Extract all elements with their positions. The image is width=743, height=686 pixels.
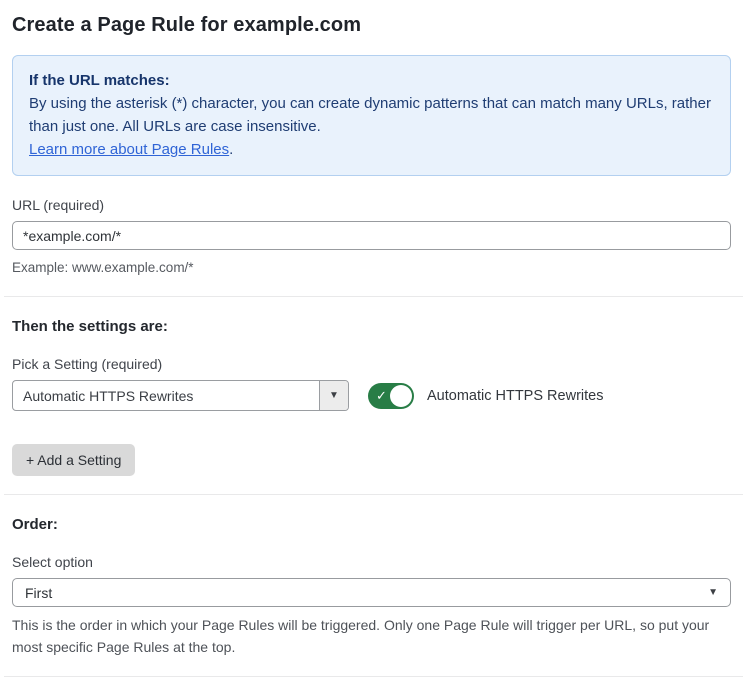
- chevron-down-icon: ▼: [329, 390, 339, 401]
- order-select[interactable]: First ▼: [12, 578, 731, 607]
- check-icon: ✓: [376, 387, 387, 403]
- setting-select-arrow-button[interactable]: ▼: [319, 381, 348, 410]
- info-box-body-text: By using the asterisk (*) character, you…: [29, 95, 711, 135]
- setting-row: Automatic HTTPS Rewrites ▼ ✓ Automatic H…: [12, 380, 731, 411]
- divider: [4, 494, 743, 495]
- info-box-body: By using the asterisk (*) character, you…: [29, 92, 714, 138]
- url-input[interactable]: [12, 221, 731, 250]
- order-select-label: Select option: [12, 554, 93, 570]
- add-setting-button[interactable]: + Add a Setting: [12, 444, 136, 476]
- setting-select-value: Automatic HTTPS Rewrites: [23, 387, 194, 404]
- order-section-heading: Order:: [12, 516, 58, 533]
- chevron-down-icon: ▼: [708, 587, 718, 598]
- create-page-rule-panel: Create a Page Rule for example.com If th…: [0, 0, 743, 686]
- settings-section-heading: Then the settings are:: [12, 318, 168, 335]
- info-box-heading: If the URL matches:: [29, 72, 170, 89]
- url-field-label: URL (required): [12, 197, 105, 213]
- order-select-value: First: [25, 584, 53, 601]
- divider: [4, 676, 743, 677]
- order-helper-text: This is the order in which your Page Rul…: [12, 617, 710, 655]
- url-match-info-box: If the URL matches: By using the asteris…: [12, 55, 731, 176]
- learn-more-link[interactable]: Learn more about Page Rules: [29, 141, 229, 158]
- url-field-helper: Example: www.example.com/*: [12, 260, 194, 275]
- toggle-knob: [390, 384, 412, 407]
- pick-setting-label: Pick a Setting (required): [12, 356, 163, 372]
- info-box-link-line: Learn more about Page Rules.: [29, 138, 714, 161]
- toggle-label: Automatic HTTPS Rewrites: [427, 387, 604, 404]
- order-select-wrap: First ▼: [12, 578, 731, 607]
- page-title: Create a Page Rule for example.com: [12, 14, 362, 36]
- setting-select[interactable]: Automatic HTTPS Rewrites ▼: [12, 380, 349, 411]
- link-suffix: .: [229, 141, 234, 158]
- divider: [4, 296, 743, 297]
- https-rewrites-toggle[interactable]: ✓: [368, 382, 414, 409]
